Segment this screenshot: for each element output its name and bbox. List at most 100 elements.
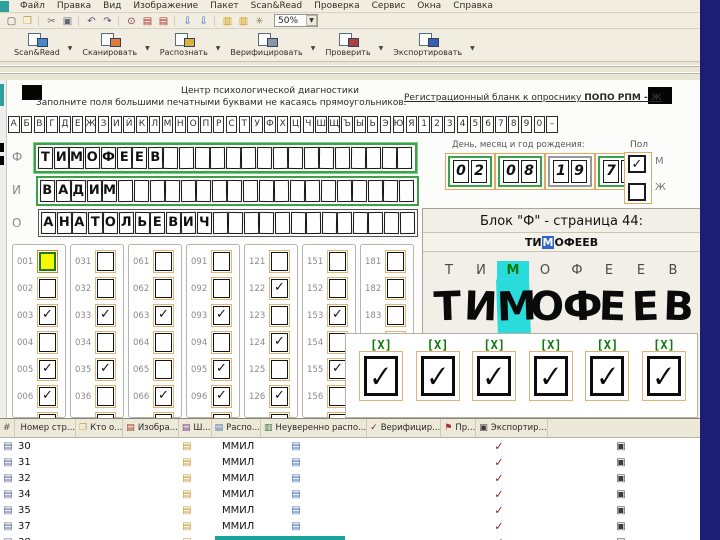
answer-checkbox[interactable]: ✓	[327, 277, 348, 300]
surname-letter-box[interactable]	[366, 146, 381, 170]
firstname-letter-box[interactable]: В	[39, 179, 55, 203]
recognized-checkbox-value[interactable]: [X]	[653, 338, 675, 352]
table-column-header[interactable]: ▤ Распо...	[212, 419, 261, 437]
surname-letter-box[interactable]	[256, 146, 272, 170]
patronymic-letter-box[interactable]: И	[181, 211, 197, 235]
firstname-letter-box[interactable]	[383, 179, 399, 203]
birthdate-group[interactable]: 0 2	[445, 153, 495, 190]
page-down-icon[interactable]: ⇩	[180, 14, 195, 28]
highlight-icon[interactable]: ▥	[220, 14, 235, 28]
table-column-header[interactable]: ✓ Верифицир...	[367, 419, 442, 437]
answer-checkbox[interactable]: ✓	[269, 331, 290, 354]
table-column-header[interactable]: ⚑ Пр...	[441, 419, 477, 437]
firstname-letter-box[interactable]	[242, 179, 258, 203]
patronymic-letter-box[interactable]	[352, 211, 368, 235]
surname-letter-box[interactable]	[397, 146, 413, 170]
export-button[interactable]: Экспортировать	[385, 31, 470, 58]
table-column-header[interactable]: #	[0, 419, 15, 437]
surname-letter-box[interactable]	[163, 146, 179, 170]
handwritten-letter-image[interactable]: И	[463, 278, 498, 337]
birthdate-group[interactable]: 1 9	[545, 153, 595, 190]
patronymic-letter-box[interactable]: В	[165, 211, 181, 235]
handwritten-checkbox-image[interactable]: ✓	[415, 351, 460, 401]
answer-checkbox[interactable]: ✓	[327, 304, 348, 327]
firstname-letter-box[interactable]	[274, 179, 289, 203]
chevron-down-icon[interactable]: ▼	[68, 45, 73, 52]
patronymic-letter-box[interactable]: Л	[118, 211, 134, 235]
answer-checkbox[interactable]: ✓	[153, 331, 174, 354]
firstname-letter-box[interactable]	[149, 179, 165, 203]
answer-checkbox[interactable]: ✓	[95, 304, 116, 327]
cut-icon[interactable]: ✂	[44, 14, 59, 28]
birthdate-group[interactable]: 0 8	[495, 153, 545, 190]
chevron-down-icon[interactable]: ▼	[216, 45, 221, 52]
recognize-button[interactable]: Распознать	[152, 31, 216, 58]
check-button[interactable]: Проверить	[317, 31, 378, 58]
answer-checkbox[interactable]: ✓	[37, 250, 58, 273]
surname-letter-box[interactable]	[350, 146, 366, 170]
recognized-checkbox-value[interactable]: [X]	[427, 338, 449, 352]
firstname-letter-box[interactable]	[196, 179, 211, 203]
table-column-header[interactable]: ▤ Ш...	[179, 419, 212, 437]
menu-item[interactable]: Изображение	[127, 0, 204, 13]
recognized-checkbox-value[interactable]: [X]	[540, 338, 562, 352]
table-row[interactable]: ▤ 34 ▤ ММИЛ ▤ ✓ ▣	[0, 486, 700, 502]
patronymic-letter-box[interactable]	[383, 211, 399, 235]
surname-letter-box[interactable]	[241, 146, 257, 170]
menu-item[interactable]: Файл	[14, 0, 51, 13]
marked-page2-icon[interactable]: ▤	[156, 14, 171, 28]
separator[interactable]	[174, 14, 178, 27]
answer-checkbox[interactable]: ✓	[211, 358, 232, 381]
answer-checkbox[interactable]: ✓	[327, 385, 348, 408]
menu-item[interactable]: Проверка	[308, 0, 366, 13]
answer-checkbox[interactable]: ✓	[37, 331, 58, 354]
separator[interactable]	[78, 14, 82, 27]
highlight2-icon[interactable]: ▥	[236, 14, 251, 28]
menu-item[interactable]: Пакет	[204, 0, 245, 13]
chevron-down-icon[interactable]: ▼	[145, 45, 150, 52]
surname-letter-box[interactable]: Ф	[100, 146, 116, 170]
menu-item[interactable]: Вид	[97, 0, 127, 13]
answer-checkbox[interactable]: ✓	[211, 304, 232, 327]
answer-checkbox[interactable]: ✓	[269, 385, 290, 408]
handwritten-checkbox-image[interactable]: ✓	[472, 351, 517, 401]
firstname-letter-box[interactable]	[118, 179, 134, 203]
open-batch-icon[interactable]: ❒	[20, 14, 35, 28]
table-row[interactable]: ▤ 30 ▤ ММИЛ ▤ ✓ ▣	[0, 438, 700, 454]
patronymic-letter-box[interactable]	[274, 211, 290, 235]
answer-checkbox[interactable]: ✓	[95, 277, 116, 300]
surname-letter-box[interactable]	[381, 146, 397, 170]
find-icon[interactable]: ⊙	[124, 14, 139, 28]
handwritten-letter-image[interactable]: О	[529, 278, 565, 337]
menu-item[interactable]: Сервис	[366, 0, 412, 13]
answer-checkbox[interactable]: ✓	[95, 358, 116, 381]
firstname-letter-box[interactable]: А	[55, 179, 71, 203]
recognized-checkbox-value[interactable]: [X]	[370, 338, 392, 352]
firstname-letter-box[interactable]	[133, 179, 149, 203]
patronymic-letter-box[interactable]	[290, 211, 306, 235]
surname-letter-box[interactable]: Е	[132, 146, 147, 170]
firstname-letter-box[interactable]	[320, 179, 336, 203]
answer-checkbox[interactable]: ✓	[385, 304, 406, 327]
page-down2-icon[interactable]: ⇩	[196, 14, 211, 28]
patronymic-letter-box[interactable]: Т	[87, 211, 103, 235]
firstname-letter-box[interactable]	[289, 179, 305, 203]
patronymic-letter-box[interactable]: Ч	[196, 211, 212, 235]
handwritten-letter-image[interactable]: Е	[628, 278, 663, 337]
patronymic-letter-box[interactable]: Ь	[134, 211, 150, 235]
answer-checkbox[interactable]: ✓	[327, 331, 348, 354]
answer-checkbox[interactable]: ✓	[153, 385, 174, 408]
table-row[interactable]: ▤ 37 ▤ ММИЛ ▤ ✓ ▣	[0, 518, 700, 534]
handwritten-checkbox-image[interactable]: ✓	[585, 351, 630, 401]
menu-item[interactable]: Окна	[411, 0, 447, 13]
surname-letter-box[interactable]	[210, 146, 225, 170]
firstname-letter-box[interactable]	[180, 179, 196, 203]
patronymic-letter-box[interactable]: А	[72, 211, 87, 235]
scan-button[interactable]: Сканировать	[74, 31, 145, 58]
patronymic-letter-box[interactable]	[212, 211, 228, 235]
surname-letter-box[interactable]: В	[147, 146, 163, 170]
table-column-header[interactable]: ▥ Неуверенно распо...	[261, 419, 368, 437]
menu-item[interactable]: Справка	[447, 0, 499, 13]
answer-checkbox[interactable]: ✓	[95, 385, 116, 408]
handwritten-letter-image[interactable]: Е	[595, 278, 630, 337]
